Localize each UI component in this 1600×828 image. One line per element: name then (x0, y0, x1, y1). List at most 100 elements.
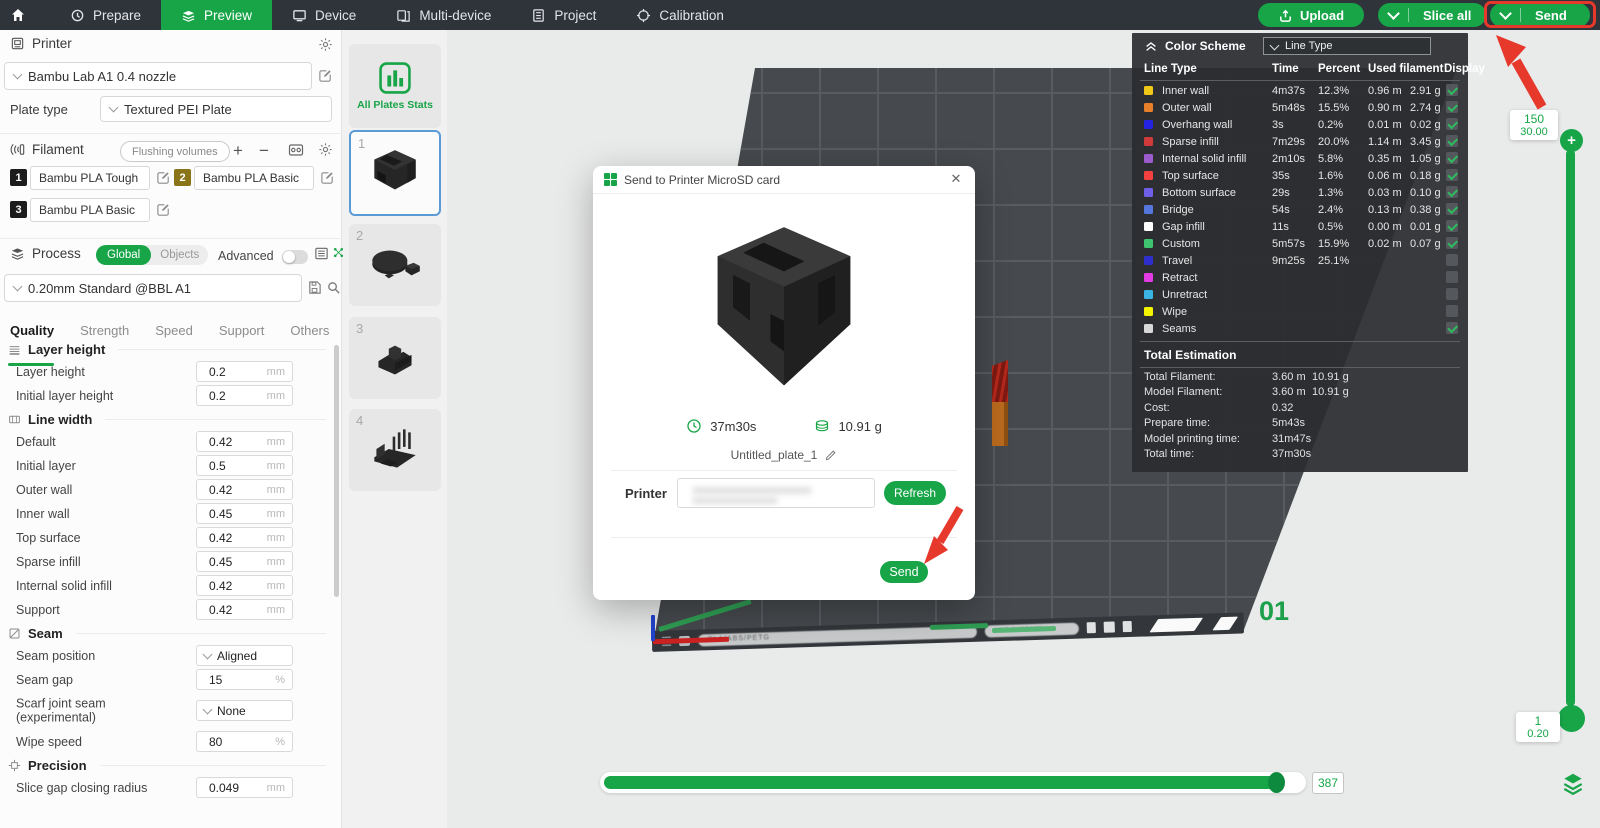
delete-plate-icon[interactable] (1087, 622, 1096, 633)
setting-default-input[interactable]: 0.42mm (196, 431, 293, 452)
setting-internal-solid-infill-input[interactable]: 0.42mm (196, 575, 293, 596)
ams-icon[interactable] (288, 142, 304, 158)
display-checkbox[interactable] (1446, 135, 1458, 147)
parameter-list-icon[interactable] (314, 246, 329, 261)
printer-preset-select[interactable]: Bambu Lab A1 0.4 nozzle (4, 62, 312, 90)
layer-slider-top-handle[interactable]: + (1560, 129, 1583, 152)
printer-settings-gear-icon[interactable] (318, 37, 333, 52)
move-slider-track[interactable] (600, 772, 1306, 793)
plate-thumbnail-3[interactable]: 3 (349, 317, 441, 399)
view-mode-select[interactable]: Line Type (1263, 37, 1431, 55)
upload-button[interactable]: Upload (1258, 3, 1364, 27)
cell: Bridge (1162, 204, 1194, 216)
sliced-object[interactable] (992, 360, 1008, 446)
display-checkbox[interactable] (1446, 101, 1458, 113)
setting-top-surface-input[interactable]: 0.42mm (196, 527, 293, 548)
tab-device[interactable]: Device (272, 0, 376, 30)
all-plates-stats-button[interactable]: All Plates Stats (349, 44, 441, 128)
tab-multi-device[interactable]: Multi-device (376, 0, 511, 30)
filament-spool-icon (814, 418, 830, 434)
setting-slice-gap-closing-radius-input[interactable]: 0.049mm (196, 777, 293, 798)
display-checkbox[interactable] (1446, 220, 1458, 232)
process-tab-speed[interactable]: Speed (155, 323, 193, 338)
layer-slider-track[interactable] (1566, 150, 1575, 706)
compare-icon[interactable] (332, 246, 345, 259)
tab-preview[interactable]: Preview (161, 0, 272, 30)
plate-settings-icon[interactable] (1104, 621, 1116, 632)
home-button[interactable] (0, 0, 36, 30)
process-tab-support[interactable]: Support (219, 323, 265, 338)
setting-initial-layer-input[interactable]: 0.5mm (196, 455, 293, 476)
process-tab-strength[interactable]: Strength (80, 323, 129, 338)
cell: 0.10 g (1410, 187, 1441, 199)
setting-wipe-speed-input[interactable]: 80% (196, 731, 293, 752)
setting-inner-wall-input[interactable]: 0.45mm (196, 503, 293, 524)
filament-settings-gear-icon[interactable] (318, 142, 333, 157)
display-checkbox[interactable] (1446, 288, 1458, 300)
collapse-panel-icon[interactable] (1144, 39, 1158, 53)
display-checkbox[interactable] (1446, 118, 1458, 130)
search-icon[interactable] (326, 280, 341, 295)
display-checkbox[interactable] (1446, 254, 1458, 266)
add-filament-button[interactable]: + (228, 141, 248, 161)
tab-calibration[interactable]: Calibration (616, 0, 744, 30)
slice-all-button[interactable]: Slice all (1378, 3, 1486, 27)
printer-select-input[interactable] (677, 478, 875, 508)
setting-support-input[interactable]: 0.42mm (196, 599, 293, 620)
advanced-toggle[interactable] (282, 250, 308, 264)
filament-slot-2[interactable]: 2 (174, 169, 191, 186)
process-section-header: Process (10, 246, 81, 261)
process-tab-quality[interactable]: Quality (10, 323, 54, 338)
setting-layer-height-input[interactable]: 0.2mm (196, 361, 293, 382)
display-checkbox[interactable] (1446, 152, 1458, 164)
setting-seam-gap-input[interactable]: 15% (196, 669, 293, 690)
setting-seam-position-select[interactable]: Aligned (196, 645, 293, 666)
plate-thumbnail-number: 4 (356, 413, 363, 428)
filament-slot-3[interactable]: 3 (10, 201, 27, 218)
display-checkbox[interactable] (1446, 203, 1458, 215)
filament-slot-1[interactable]: 1 (10, 169, 27, 186)
display-checkbox[interactable] (1446, 186, 1458, 198)
display-checkbox[interactable] (1446, 305, 1458, 317)
process-scope-toggle[interactable]: Global Objects (96, 245, 208, 265)
plate-thumbnail-4[interactable]: 4 (349, 409, 441, 491)
filament-edit-icon[interactable] (320, 170, 335, 185)
display-checkbox[interactable] (1446, 84, 1458, 96)
filament-name-3[interactable]: Bambu PLA Basic (30, 198, 150, 222)
process-scope-global[interactable]: Global (96, 245, 151, 265)
layer-slider-bottom-handle[interactable] (1558, 705, 1585, 732)
flushing-volumes-button[interactable]: Flushing volumes (120, 141, 230, 162)
lock-plate-icon[interactable] (1123, 621, 1132, 632)
plate-thumbnail-2[interactable]: 2 (349, 224, 441, 306)
tab-project[interactable]: Project (511, 0, 616, 30)
filament-edit-icon[interactable] (156, 170, 171, 185)
sidebar-scrollbar[interactable] (334, 345, 339, 597)
filament-name-1[interactable]: Bambu PLA Tough (30, 166, 150, 190)
estimation-row-model-printing-time: Model printing time:31m47s (1132, 431, 1468, 447)
process-preset-select[interactable]: 0.20mm Standard @BBL A1 (4, 274, 302, 302)
process-scope-objects[interactable]: Objects (151, 249, 208, 261)
layers-view-icon[interactable] (1560, 770, 1586, 796)
move-slider-thumb[interactable] (1268, 772, 1285, 793)
display-checkbox[interactable] (1446, 271, 1458, 283)
setting-scarf-joint-seam-experimental-select[interactable]: None (196, 700, 293, 721)
tab-label: Project (554, 8, 596, 23)
display-checkbox[interactable] (1446, 169, 1458, 181)
printer-edit-icon[interactable] (318, 68, 333, 83)
plate-type-select[interactable]: Textured PEI Plate (100, 96, 332, 122)
display-checkbox[interactable] (1446, 237, 1458, 249)
tab-prepare[interactable]: Prepare (50, 0, 161, 30)
filament-name-2[interactable]: Bambu PLA Basic (194, 166, 314, 190)
setting-initial-layer-height-input[interactable]: 0.2mm (196, 385, 293, 406)
setting-outer-wall-input[interactable]: 0.42mm (196, 479, 293, 500)
save-preset-icon[interactable] (307, 280, 322, 295)
close-icon[interactable]: ✕ (948, 171, 964, 187)
display-checkbox[interactable] (1446, 322, 1458, 334)
filament-edit-icon[interactable] (156, 202, 171, 217)
rename-icon[interactable] (824, 449, 837, 462)
slice-all-dropdown[interactable] (1378, 12, 1408, 18)
remove-filament-button[interactable]: − (254, 141, 274, 161)
process-tab-others[interactable]: Others (290, 323, 329, 338)
plate-thumbnail-1[interactable]: 1 (349, 130, 441, 216)
setting-sparse-infill-input[interactable]: 0.45mm (196, 551, 293, 572)
